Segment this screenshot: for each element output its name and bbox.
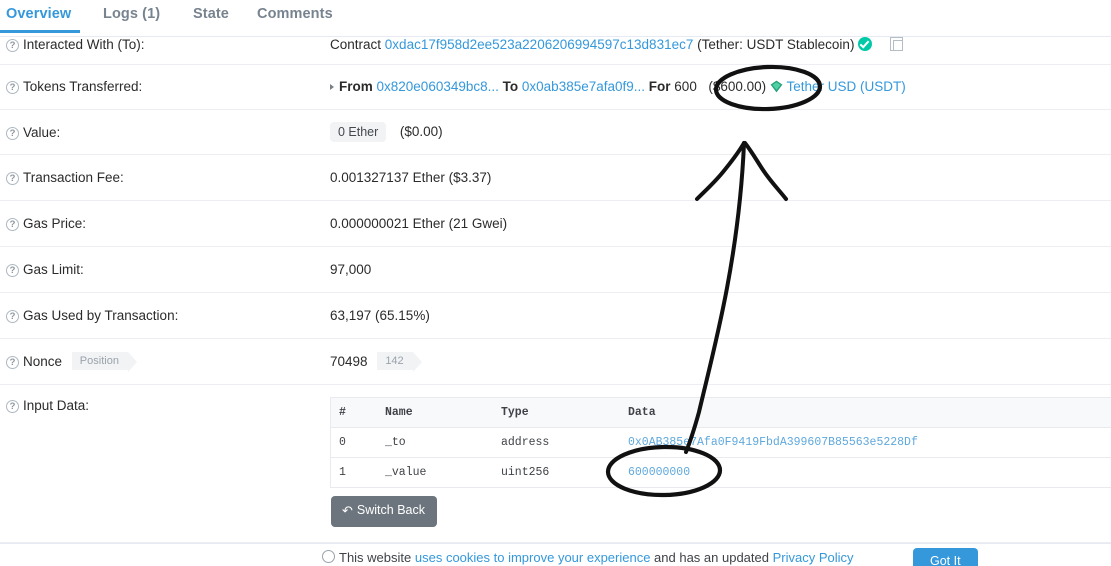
header-data: Data bbox=[628, 406, 656, 419]
label-nonce: ? Nonce Position bbox=[6, 352, 138, 372]
value-gas-used: 63,197 (65.15%) bbox=[330, 308, 430, 323]
row-nonce: ? Nonce Position 70498 142 bbox=[0, 339, 1111, 385]
cell-index: 0 bbox=[339, 436, 346, 449]
help-icon[interactable]: ? bbox=[6, 127, 19, 140]
got-it-button[interactable]: Got It bbox=[913, 548, 978, 566]
row-transaction-fee: ? Transaction Fee: 0.001327137 Ether ($3.… bbox=[0, 155, 1111, 201]
help-icon[interactable]: ? bbox=[6, 400, 19, 413]
from-label: From bbox=[339, 79, 373, 94]
input-data-table: # Name Type Data 0 _to address 0x0AB385e… bbox=[330, 397, 1111, 488]
help-icon[interactable]: ? bbox=[6, 310, 19, 323]
cell-data-value: 600000000 bbox=[628, 466, 691, 479]
row-interacted-with: ? Interacted With (To): Contract 0xdac17f… bbox=[0, 28, 1111, 65]
cell-type: uint256 bbox=[501, 466, 550, 479]
label-gas-limit: ? Gas Limit: bbox=[6, 262, 84, 277]
contract-prefix: Contract bbox=[330, 37, 382, 52]
label-gas-used: ? Gas Used by Transaction: bbox=[6, 308, 178, 323]
cell-name: _to bbox=[385, 436, 406, 449]
help-icon[interactable]: ? bbox=[6, 356, 19, 369]
position-value-tag: 142 bbox=[377, 352, 423, 372]
to-address-link[interactable]: 0x0ab385e7afa0f9... bbox=[522, 79, 645, 94]
help-icon[interactable]: ? bbox=[6, 172, 19, 185]
row-gas-price: ? Gas Price: 0.000000021 Ether (21 Gwei) bbox=[0, 201, 1111, 247]
header-index: # bbox=[339, 406, 346, 419]
label-transaction-fee: ? Transaction Fee: bbox=[6, 170, 124, 185]
tab-overview[interactable]: Overview bbox=[6, 6, 71, 22]
tab-state[interactable]: State bbox=[193, 6, 229, 22]
nonce-number: 70498 bbox=[330, 354, 368, 369]
label-value: ? Value: bbox=[6, 125, 60, 140]
verified-check-icon bbox=[858, 37, 873, 51]
undo-icon: ↶ bbox=[342, 503, 353, 518]
value-tokens-transferred: From 0x820e060349bc8... To 0x0ab385e7afa… bbox=[330, 79, 906, 94]
help-icon[interactable]: ? bbox=[6, 39, 19, 52]
value-gas-price: 0.000000021 Ether (21 Gwei) bbox=[330, 216, 508, 231]
value-gas-limit: 97,000 bbox=[330, 262, 372, 277]
row-gas-limit: ? Gas Limit: 97,000 bbox=[0, 247, 1111, 293]
help-icon[interactable]: ? bbox=[6, 218, 19, 231]
contract-name: (Tether: USDT Stablecoin) bbox=[697, 37, 855, 52]
expand-triangle-icon[interactable] bbox=[330, 84, 334, 90]
cookie-banner: This website uses cookies to improve you… bbox=[0, 543, 1111, 566]
privacy-policy-link[interactable]: Privacy Policy bbox=[773, 550, 854, 565]
tab-logs[interactable]: Logs (1) bbox=[103, 6, 160, 22]
label-input-data: ? Input Data: bbox=[6, 398, 89, 413]
token-diamond-icon bbox=[770, 80, 783, 93]
header-type: Type bbox=[501, 406, 529, 419]
header-name: Name bbox=[385, 406, 413, 419]
help-icon[interactable]: ? bbox=[6, 264, 19, 277]
table-header-row: # Name Type Data bbox=[331, 398, 1111, 428]
contract-address-link[interactable]: 0xdac17f958d2ee523a2206206994597c13d831e… bbox=[385, 37, 694, 52]
value-ether: 0 Ether ($0.00) bbox=[330, 122, 443, 142]
cell-type: address bbox=[501, 436, 550, 449]
to-label: To bbox=[502, 79, 519, 94]
cell-index: 1 bbox=[339, 466, 346, 479]
row-gas-used: ? Gas Used by Transaction: 63,197 (65.15%… bbox=[0, 293, 1111, 339]
copy-icon[interactable] bbox=[889, 37, 903, 51]
ether-amount-usd: ($0.00) bbox=[399, 124, 443, 139]
switch-back-button[interactable]: ↶ Switch Back bbox=[331, 496, 437, 527]
table-row: 1 _value uint256 600000000 bbox=[331, 458, 1111, 488]
from-address-link[interactable]: 0x820e060349bc8... bbox=[377, 79, 499, 94]
value-transaction-fee: 0.001327137 Ether ($3.37) bbox=[330, 170, 492, 185]
cell-data-address[interactable]: 0x0AB385e7Afa0F9419FbdA399607B85563e5228… bbox=[628, 436, 918, 449]
token-amount: 600 bbox=[674, 79, 697, 94]
value-interacted-with: Contract 0xdac17f958d2ee523a220620699459… bbox=[330, 37, 903, 52]
table-row: 0 _to address 0x0AB385e7Afa0F9419FbdA399… bbox=[331, 428, 1111, 458]
cell-name: _value bbox=[385, 466, 427, 479]
token-amount-usd: ($600.00) bbox=[708, 79, 767, 94]
value-nonce: 70498 142 bbox=[330, 352, 423, 372]
row-value: ? Value: 0 Ether ($0.00) bbox=[0, 110, 1111, 155]
label-gas-price: ? Gas Price: bbox=[6, 216, 86, 231]
row-tokens-transferred: ? Tokens Transferred: From 0x820e060349bc… bbox=[0, 65, 1111, 110]
label-tokens-transferred: ? Tokens Transferred: bbox=[6, 79, 142, 94]
position-tag: Position bbox=[71, 352, 138, 372]
help-icon[interactable]: ? bbox=[6, 81, 19, 94]
for-label: For bbox=[648, 79, 671, 94]
cookie-policy-link[interactable]: uses cookies to improve your experience bbox=[415, 550, 651, 565]
token-name-link[interactable]: Tether USD (USDT) bbox=[786, 79, 905, 94]
label-interacted-with: ? Interacted With (To): bbox=[6, 37, 145, 52]
tab-comments[interactable]: Comments bbox=[257, 6, 333, 22]
cookie-text: This website uses cookies to improve you… bbox=[322, 550, 854, 565]
cookie-icon bbox=[322, 550, 335, 563]
ether-amount-badge: 0 Ether bbox=[330, 122, 387, 142]
